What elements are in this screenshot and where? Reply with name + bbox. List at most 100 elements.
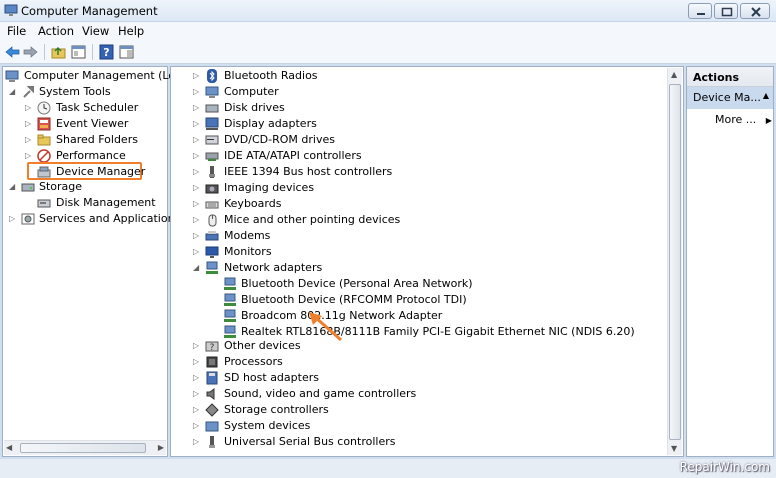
menu-help[interactable]: Help — [118, 24, 144, 38]
expand-arrow-icon[interactable]: ▷ — [193, 116, 201, 132]
tree-label-task-scheduler: Task Scheduler — [56, 101, 139, 114]
network-adapter-icon — [224, 325, 236, 338]
expand-arrow-icon[interactable]: ▷ — [193, 228, 201, 244]
status-bar: RepairWin.com — [0, 459, 776, 478]
device-category-label: Universal Serial Bus controllers — [224, 435, 396, 448]
performance-icon — [37, 149, 51, 163]
keyboard-icon — [205, 201, 219, 209]
tree-label-device-manager: Device Manager — [56, 165, 146, 178]
bluetooth-icon — [207, 69, 217, 83]
display-adapter-icon — [205, 117, 219, 130]
back-arrow-icon[interactable] — [4, 44, 21, 60]
scroll-right-icon[interactable]: ▶ — [158, 443, 164, 452]
scroll-up-icon[interactable]: ▲ — [671, 70, 677, 79]
expand-arrow-icon[interactable]: ▷ — [25, 100, 33, 116]
expand-arrow-icon[interactable]: ▷ — [193, 196, 201, 212]
device-category-label: Network adapters — [224, 261, 323, 274]
expand-arrow-icon[interactable]: ▷ — [193, 370, 201, 386]
storage-icon — [21, 183, 35, 192]
scroll-left-icon[interactable]: ◀ — [6, 443, 12, 452]
expand-arrow-icon[interactable]: ▷ — [193, 100, 201, 116]
expand-arrow-icon[interactable]: ▷ — [193, 84, 201, 100]
expand-arrow-icon[interactable]: ▷ — [193, 164, 201, 180]
device-category-label: Imaging devices — [224, 181, 315, 194]
minimize-icon — [697, 13, 705, 15]
monitor-icon — [205, 246, 219, 258]
properties-icon[interactable] — [70, 44, 87, 60]
expand-arrow-icon[interactable]: ▷ — [193, 68, 201, 84]
show-hide-icon[interactable] — [118, 44, 135, 60]
window-title: Computer Management — [21, 4, 158, 18]
menu-action[interactable]: Action — [38, 24, 74, 38]
expand-arrow-icon[interactable]: ▷ — [193, 434, 201, 450]
mouse-icon — [208, 214, 217, 227]
collapse-arrow-icon[interactable]: ◢ — [9, 84, 17, 100]
collapse-arrow-icon[interactable]: ◢ — [193, 260, 201, 276]
help-icon[interactable]: ? — [98, 44, 115, 60]
svg-text:?: ? — [210, 343, 215, 353]
expand-arrow-icon[interactable]: ▷ — [193, 338, 201, 354]
toolbar-separator — [92, 44, 93, 60]
expand-arrow-icon[interactable]: ▷ — [193, 212, 201, 228]
device-category-label: Display adapters — [224, 117, 317, 130]
maximize-button[interactable] — [714, 3, 738, 19]
scroll-down-icon[interactable]: ▼ — [671, 444, 677, 453]
more-actions-link[interactable]: More ... ▶ — [715, 113, 772, 126]
actions-header: Actions — [687, 67, 773, 87]
expand-arrow-icon[interactable]: ▷ — [25, 132, 33, 148]
device-category-label: Sound, video and game controllers — [224, 387, 417, 400]
expand-arrow-icon[interactable]: ▷ — [193, 180, 201, 196]
expand-arrow-icon[interactable]: ▷ — [193, 402, 201, 418]
expand-arrow-icon[interactable]: ▷ — [193, 418, 201, 434]
tree-label-services: Services and Applications — [39, 212, 181, 225]
menu-bar: File Action View Help — [0, 22, 776, 40]
actions-pane: Actions Device Ma... ▲ More ... ▶ — [686, 66, 774, 457]
forward-arrow-icon[interactable] — [22, 44, 39, 60]
device-manager-icon — [37, 166, 51, 178]
device-label: Bluetooth Device (Personal Area Network) — [241, 277, 473, 290]
close-icon — [751, 7, 761, 17]
device-category-label: Bluetooth Radios — [224, 69, 318, 82]
network-adapter-icon — [224, 277, 236, 290]
device-category-label: DVD/CD-ROM drives — [224, 133, 335, 146]
sd-card-icon — [206, 371, 218, 385]
disk-drive-icon — [205, 104, 219, 113]
device-category-label: System devices — [224, 419, 311, 432]
unknown-device-icon: ? — [205, 341, 219, 353]
vertical-scrollbar[interactable]: ▲ ▼ — [667, 68, 682, 455]
close-button[interactable] — [740, 3, 770, 19]
scroll-thumb[interactable] — [669, 84, 681, 440]
device-label: Bluetooth Device (RFCOMM Protocol TDI) — [241, 293, 467, 306]
expand-arrow-icon[interactable]: ▷ — [25, 116, 33, 132]
services-icon — [21, 213, 35, 225]
device-category-label: SD host adapters — [224, 371, 319, 384]
expand-arrow-icon[interactable]: ▷ — [9, 211, 17, 227]
clock-icon — [37, 101, 51, 115]
expand-arrow-icon[interactable]: ▷ — [193, 148, 201, 164]
computer-icon — [205, 86, 219, 98]
actions-context-label: Device Ma... — [693, 91, 761, 104]
up-folder-icon[interactable] — [50, 44, 67, 60]
expand-arrow-icon[interactable]: ▷ — [193, 244, 201, 260]
tools-icon — [23, 86, 34, 98]
collapse-up-icon[interactable]: ▲ — [763, 91, 769, 100]
processor-icon — [206, 356, 218, 368]
menu-view[interactable]: View — [82, 24, 109, 38]
horizontal-scrollbar[interactable]: ◀ ▶ — [4, 440, 166, 455]
expand-arrow-icon[interactable]: ▷ — [193, 354, 201, 370]
device-list-pane[interactable]: ▷ Bluetooth Radios ▷ Computer ▷ Disk dri… — [170, 66, 684, 457]
device-category-label: Keyboards — [224, 197, 282, 210]
device-category-label: Storage controllers — [224, 403, 329, 416]
collapse-arrow-icon[interactable]: ◢ — [9, 179, 17, 195]
menu-file[interactable]: File — [7, 24, 26, 38]
tree-label-root: Computer Management (Local — [24, 69, 191, 82]
computer-icon — [5, 70, 19, 82]
device-category-label: Disk drives — [224, 101, 285, 114]
expand-arrow-icon[interactable]: ▷ — [193, 386, 201, 402]
minimize-button[interactable] — [688, 3, 712, 19]
scroll-thumb[interactable] — [20, 443, 146, 453]
console-tree-pane[interactable]: Computer Management (Local ◢ System Tool… — [2, 66, 191, 457]
device-category-label: IEEE 1394 Bus host controllers — [224, 165, 393, 178]
actions-context-header[interactable]: Device Ma... ▲ — [687, 87, 773, 109]
expand-arrow-icon[interactable]: ▷ — [193, 132, 201, 148]
